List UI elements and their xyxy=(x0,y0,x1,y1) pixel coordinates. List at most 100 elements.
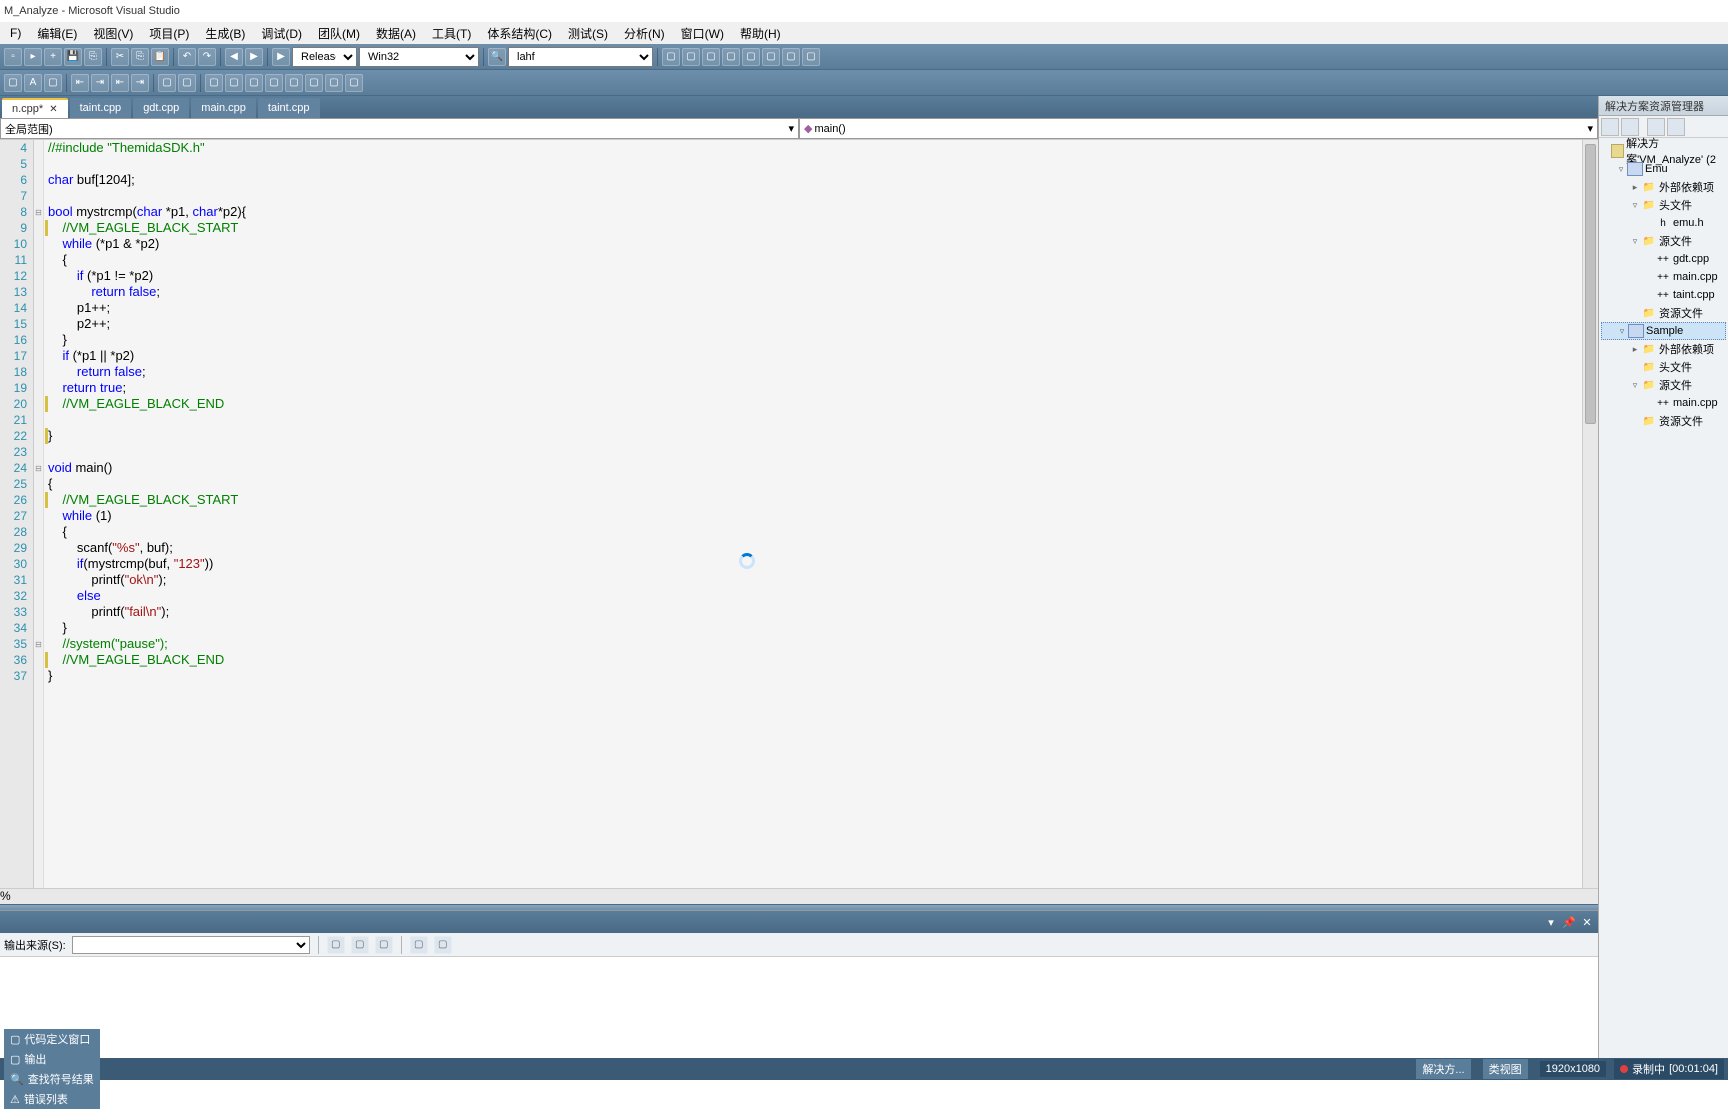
tree-node[interactable]: 解决方案'VM_Analyze' (2 xyxy=(1601,142,1726,160)
se-properties-btn[interactable] xyxy=(1667,118,1685,136)
indent-dec-btn[interactable]: ⇤ xyxy=(71,74,89,92)
tb-misc-8[interactable]: ▢ xyxy=(802,48,820,66)
tree-node[interactable]: 📁资源文件 xyxy=(1601,412,1726,430)
tree-node[interactable]: 📁资源文件 xyxy=(1601,304,1726,322)
status-tab[interactable]: ▢ 输出 xyxy=(4,1049,100,1069)
tree-node[interactable]: ▸📁外部依赖项 xyxy=(1601,178,1726,196)
uncomment-btn[interactable]: ▢ xyxy=(178,74,196,92)
menu-item[interactable]: 窗口(W) xyxy=(673,23,732,44)
close-icon[interactable]: ✕ xyxy=(1580,915,1594,929)
fold-column[interactable]: ⊟⊟⊟ xyxy=(34,140,44,888)
document-tab[interactable]: n.cpp*✕ xyxy=(2,98,68,118)
solution-tree[interactable]: 解决方案'VM_Analyze' (2▿Emu▸📁外部依赖项▿📁头文件hemu.… xyxy=(1599,138,1728,434)
find-btn[interactable]: 🔍 xyxy=(488,48,506,66)
status-tab[interactable]: ▢ 代码定义窗口 xyxy=(4,1029,100,1049)
menu-item[interactable]: 测试(S) xyxy=(560,23,616,44)
menu-item[interactable]: 团队(M) xyxy=(310,23,368,44)
config-combo[interactable]: Release xyxy=(292,47,357,67)
tree-twisty-icon[interactable]: ▿ xyxy=(1629,236,1641,247)
tree-twisty-icon[interactable]: ▸ xyxy=(1629,182,1641,193)
tb2-2[interactable]: A xyxy=(24,74,42,92)
output-source-combo[interactable] xyxy=(72,936,310,954)
save-all-btn[interactable]: ⎘ xyxy=(84,48,102,66)
platform-combo[interactable]: Win32 xyxy=(359,47,479,67)
se-refresh-btn[interactable] xyxy=(1621,118,1639,136)
nav-back-btn[interactable]: ◀ xyxy=(225,48,243,66)
tree-node[interactable]: ▿Sample xyxy=(1601,322,1726,340)
tree-twisty-icon[interactable]: ▿ xyxy=(1615,164,1627,175)
add-btn[interactable]: + xyxy=(44,48,62,66)
tree-node[interactable]: ▿📁源文件 xyxy=(1601,376,1726,394)
member-combo[interactable]: ◆ main() ▾ xyxy=(799,118,1598,139)
new-btn[interactable]: ▫ xyxy=(4,48,22,66)
tb2-3[interactable]: ▢ xyxy=(44,74,62,92)
bookmark-6[interactable]: ▢ xyxy=(305,74,323,92)
document-tab[interactable]: taint.cpp xyxy=(258,98,320,118)
menu-item[interactable]: 项目(P) xyxy=(141,23,197,44)
close-icon[interactable]: ✕ xyxy=(49,104,57,115)
pin-icon[interactable]: 📌 xyxy=(1562,915,1576,929)
output-btn-2[interactable]: ▢ xyxy=(351,936,369,954)
indent-btn[interactable]: ⇥ xyxy=(131,74,149,92)
tree-node[interactable]: ▿📁头文件 xyxy=(1601,196,1726,214)
indent-inc-btn[interactable]: ⇥ xyxy=(91,74,109,92)
cut-btn[interactable]: ✂ xyxy=(111,48,129,66)
bookmark-2[interactable]: ▢ xyxy=(225,74,243,92)
tb-misc-1[interactable]: ▢ xyxy=(662,48,680,66)
copy-btn[interactable]: ⎘ xyxy=(131,48,149,66)
tree-twisty-icon[interactable]: ▿ xyxy=(1629,200,1641,211)
menu-item[interactable]: 体系结构(C) xyxy=(479,23,560,44)
tree-node[interactable]: ▸📁外部依赖项 xyxy=(1601,340,1726,358)
document-tab[interactable]: main.cpp xyxy=(191,98,256,118)
scope-combo[interactable]: 全局范围) ▾ xyxy=(0,118,799,139)
nav-fwd-btn[interactable]: ▶ xyxy=(245,48,263,66)
code-editor[interactable]: 4567891011121314151617181920212223242526… xyxy=(0,140,1598,888)
tree-twisty-icon[interactable]: ▿ xyxy=(1629,380,1641,391)
tree-node[interactable]: 📁头文件 xyxy=(1601,358,1726,376)
document-tab[interactable]: taint.cpp xyxy=(70,98,132,118)
bookmark-7[interactable]: ▢ xyxy=(325,74,343,92)
bookmark-1[interactable]: ▢ xyxy=(205,74,223,92)
tb-misc-6[interactable]: ▢ xyxy=(762,48,780,66)
tree-node[interactable]: hemu.h xyxy=(1601,214,1726,232)
solution-explorer-tab[interactable]: 解决方... xyxy=(1416,1059,1470,1079)
tb-misc-7[interactable]: ▢ xyxy=(782,48,800,66)
se-home-btn[interactable] xyxy=(1601,118,1619,136)
save-btn[interactable]: 💾 xyxy=(64,48,82,66)
startup-combo[interactable]: lahf xyxy=(508,47,653,67)
code-content[interactable]: //#include "ThemidaSDK.h"char buf[1204];… xyxy=(44,140,1598,888)
menu-item[interactable]: 数据(A) xyxy=(368,23,424,44)
start-btn[interactable]: ▶ xyxy=(272,48,290,66)
class-view-tab[interactable]: 类视图 xyxy=(1483,1059,1528,1079)
menu-item[interactable]: 生成(B) xyxy=(197,23,253,44)
bookmark-4[interactable]: ▢ xyxy=(265,74,283,92)
menu-item[interactable]: 视图(V) xyxy=(85,23,141,44)
document-tab[interactable]: gdt.cpp xyxy=(133,98,189,118)
output-btn-1[interactable]: ▢ xyxy=(327,936,345,954)
tree-node[interactable]: ++main.cpp xyxy=(1601,394,1726,412)
tb-misc-3[interactable]: ▢ xyxy=(702,48,720,66)
outdent-btn[interactable]: ⇤ xyxy=(111,74,129,92)
menu-item[interactable]: 工具(T) xyxy=(424,23,479,44)
open-btn[interactable]: ▸ xyxy=(24,48,42,66)
menu-item[interactable]: 编辑(E) xyxy=(29,23,85,44)
menu-item[interactable]: 分析(N) xyxy=(616,23,673,44)
bookmark-8[interactable]: ▢ xyxy=(345,74,363,92)
tree-node[interactable]: ++gdt.cpp xyxy=(1601,250,1726,268)
output-body[interactable] xyxy=(0,957,1598,1058)
bookmark-5[interactable]: ▢ xyxy=(285,74,303,92)
vertical-scrollbar[interactable] xyxy=(1582,140,1598,888)
tree-node[interactable]: ++taint.cpp xyxy=(1601,286,1726,304)
paste-btn[interactable]: 📋 xyxy=(151,48,169,66)
horizontal-scrollbar[interactable]: % xyxy=(0,888,1598,904)
scrollbar-thumb[interactable] xyxy=(1585,144,1596,424)
tree-twisty-icon[interactable]: ▿ xyxy=(1616,326,1628,337)
status-tab[interactable]: ⚠ 错误列表 xyxy=(4,1089,100,1109)
tb-misc-5[interactable]: ▢ xyxy=(742,48,760,66)
output-btn-4[interactable]: ▢ xyxy=(410,936,428,954)
redo-btn[interactable]: ↷ xyxy=(198,48,216,66)
undo-btn[interactable]: ↶ xyxy=(178,48,196,66)
tree-node[interactable]: ++main.cpp xyxy=(1601,268,1726,286)
tb2-1[interactable]: ▢ xyxy=(4,74,22,92)
status-tab[interactable]: 🔍 查找符号结果 xyxy=(4,1069,100,1089)
